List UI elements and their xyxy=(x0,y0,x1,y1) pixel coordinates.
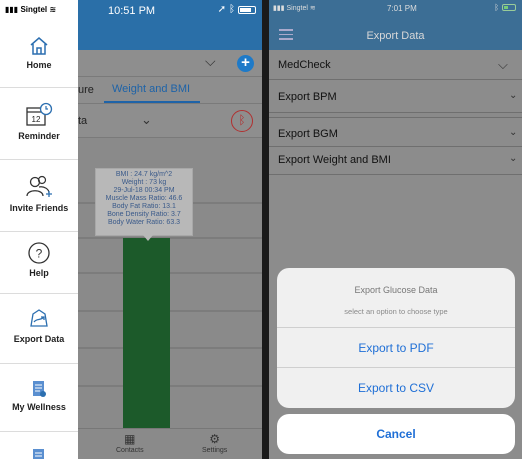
bottom-tab-bar: ▦ Contacts ⚙ Settings xyxy=(78,428,262,459)
cancel-button[interactable]: Cancel xyxy=(277,414,515,454)
tooltip-line: Weight : 73 kg xyxy=(121,179,167,186)
sidebar-item-label: Export Data xyxy=(13,334,65,344)
tooltip-arrow xyxy=(143,235,153,241)
status-carrier: ▮▮▮ Singtel ≋ xyxy=(5,5,56,14)
row-label: Export Weight and BMI xyxy=(278,154,391,166)
action-sheet-header: Export Glucose Data select an option to … xyxy=(277,268,515,328)
contacts-icon: ▦ xyxy=(124,432,136,446)
tooltip-line: BMI : 24.7 kg/m^2 xyxy=(115,171,173,178)
chart-tooltip: BMI : 24.7 kg/m^2 Weight : 73 kg 29-Jul-… xyxy=(95,168,193,236)
chevron-down-icon[interactable]: ⌄ xyxy=(509,153,517,164)
tooltip-line: 29-Jul-18 00:34 PM xyxy=(113,187,175,194)
wellness-icon xyxy=(33,381,46,397)
status-time: 7:01 PM xyxy=(387,4,417,13)
signal-icon: ▮▮▮ xyxy=(5,5,19,14)
tooltip-line: Body Fat Ratio: 13.1 xyxy=(112,203,176,210)
sidebar-item-home[interactable]: Home xyxy=(0,26,78,88)
tab-partial[interactable]: ure xyxy=(78,84,94,96)
tooltip-line: Body Water Ratio: 63.3 xyxy=(107,219,181,226)
wifi-icon: ≋ xyxy=(309,5,316,12)
sidebar-item-more[interactable] xyxy=(0,432,78,459)
chevron-down-icon[interactable]: ⌄ xyxy=(509,90,517,101)
sidebar-item-label: Help xyxy=(29,268,49,278)
chevron-down-icon[interactable]: ⌵ xyxy=(205,53,216,70)
action-sheet-subtitle: select an option to choose type xyxy=(344,307,448,316)
chevron-down-icon[interactable]: ⌵ xyxy=(498,57,508,73)
sidebar-item-invite-friends[interactable]: Invite Friends xyxy=(0,160,78,232)
battery-icon xyxy=(238,5,256,14)
action-sheet-title: Export Glucose Data xyxy=(354,285,438,295)
app-header: ▮▮▮ Singtel ≋ 7:01 PM ᛒ Export Data xyxy=(269,0,522,50)
export-row-bpm[interactable]: Export BPM ⌄ xyxy=(269,80,522,113)
sidebar-item-help[interactable]: ? Help xyxy=(0,232,78,294)
right-phone-screen: ▮▮▮ Singtel ≋ 7:01 PM ᛒ Export Data MedC… xyxy=(269,0,522,459)
home-icon xyxy=(30,37,48,55)
bluetooth-button[interactable]: ᛒ xyxy=(231,110,253,132)
tab-weight-bmi[interactable]: Weight and BMI xyxy=(112,83,190,95)
tab-indicator xyxy=(104,101,200,103)
chevron-down-icon[interactable]: ⌄ xyxy=(509,127,517,138)
sidebar-item-export-data[interactable]: Export Data xyxy=(0,294,78,364)
row-label: MedCheck xyxy=(278,59,331,71)
invite-friends-icon xyxy=(26,175,52,197)
export-icon xyxy=(30,309,48,327)
export-csv-button[interactable]: Export to CSV xyxy=(277,368,515,408)
weight-bar[interactable] xyxy=(123,238,170,428)
contacts-label: Contacts xyxy=(116,447,144,454)
chevron-down-icon[interactable]: ⌄ xyxy=(141,112,152,128)
calendar-day-text: 12 xyxy=(32,115,41,124)
settings-label: Settings xyxy=(202,447,228,454)
bluetooth-status-icon: ᛒ xyxy=(494,3,499,12)
status-icons: ᛒ xyxy=(494,3,516,12)
wifi-icon: ≋ xyxy=(49,5,57,14)
battery-icon xyxy=(502,4,516,11)
help-symbol: ? xyxy=(36,247,43,261)
sidebar-item-label: Home xyxy=(26,60,52,70)
export-pdf-button[interactable]: Export to PDF xyxy=(277,328,515,368)
sidebar-item-label: Reminder xyxy=(18,131,60,141)
export-action-sheet: Export Glucose Data select an option to … xyxy=(277,268,515,408)
tab-settings[interactable]: ⚙ Settings xyxy=(202,432,227,454)
sidebar-item-label: Invite Friends xyxy=(9,203,69,213)
sidebar-menu: ▮▮▮ Singtel ≋ Home 12 Reminder Invite Fr… xyxy=(0,0,78,459)
screen-divider xyxy=(262,0,269,459)
export-row-medcheck[interactable]: MedCheck ⌵ xyxy=(269,50,522,80)
document-icon xyxy=(33,449,44,459)
status-time: 10:51 PM xyxy=(108,5,156,17)
tab-contacts[interactable]: ▦ Contacts xyxy=(116,432,144,454)
carrier-label: Singtel xyxy=(286,5,308,12)
calendar-clock-icon: 12 xyxy=(26,102,53,126)
bluetooth-status-icon: ᛒ xyxy=(229,4,235,15)
left-phone-screen: 10:51 PM ➚ ᛒ ⌵ + ure Weight and BMI ta ⌄… xyxy=(0,0,262,459)
tooltip-line: Muscle Mass Ratio: 46.6 xyxy=(105,195,183,202)
add-button[interactable]: + xyxy=(237,55,254,72)
select-partial-label: ta xyxy=(78,115,88,127)
sidebar-item-my-wellness[interactable]: My Wellness xyxy=(0,364,78,432)
row-label: Export BGM xyxy=(278,128,338,140)
row-label: Export BPM xyxy=(278,91,337,103)
tooltip-line: Bone Density Ratio: 3.7 xyxy=(107,211,181,218)
signal-icon: ▮▮▮ xyxy=(273,5,285,12)
help-icon: ? xyxy=(28,242,50,264)
status-carrier: ▮▮▮ Singtel ≋ xyxy=(273,4,316,12)
sidebar-item-reminder[interactable]: 12 Reminder xyxy=(0,88,78,160)
carrier-label: Singtel xyxy=(20,5,48,14)
weight-chart: BMI : 24.7 kg/m^2 Weight : 73 kg 29-Jul-… xyxy=(78,138,262,428)
gear-icon: ⚙ xyxy=(209,432,221,446)
export-row-weight-bmi[interactable]: Export Weight and BMI ⌄ xyxy=(269,147,522,175)
location-icon: ➚ xyxy=(217,4,226,15)
sidebar-item-label: My Wellness xyxy=(12,402,66,412)
export-row-bgm[interactable]: Export BGM ⌄ xyxy=(269,117,522,147)
status-icons: ➚ ᛒ xyxy=(218,4,256,15)
page-title: Export Data xyxy=(366,30,425,42)
